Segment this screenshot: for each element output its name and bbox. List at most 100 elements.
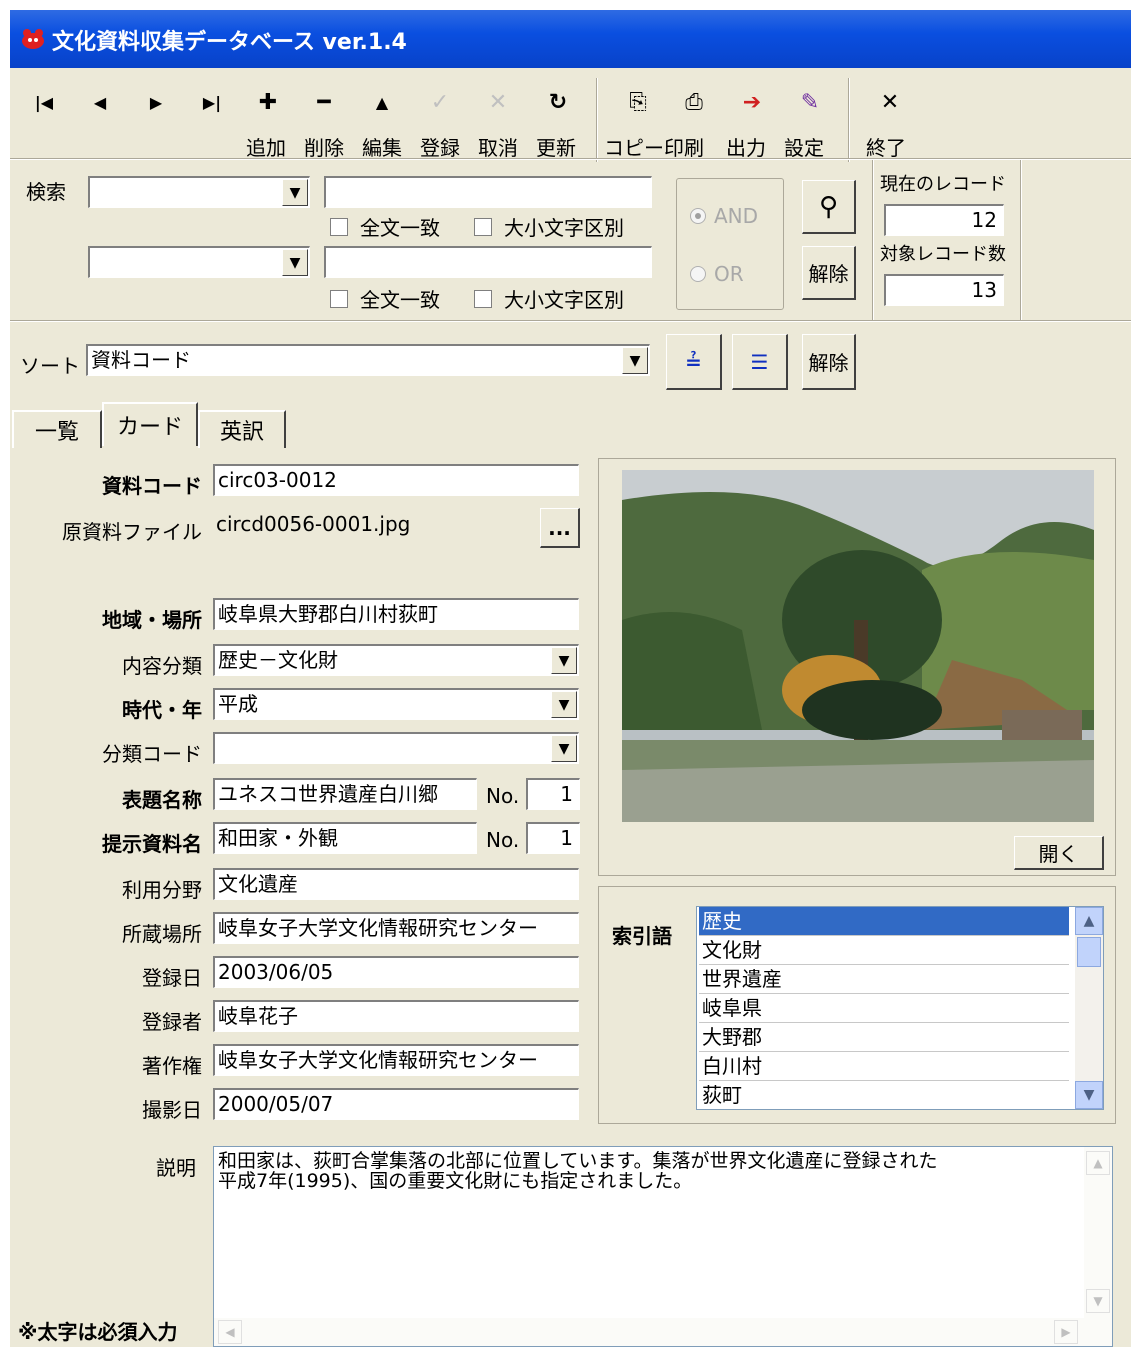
place-field[interactable]: 岐阜県大野郡白川村荻町 [213,598,579,630]
full-match-checkbox-2[interactable] [330,290,348,308]
tab-list[interactable]: 一覧 [12,410,102,448]
sort-ascending-button[interactable]: ≟ [666,334,722,390]
register-label[interactable]: 登録 [420,132,460,161]
list-item[interactable]: 文化財 [699,936,1069,965]
sort-clear-button[interactable]: 解除 [802,334,856,390]
description-textarea[interactable]: 和田家は、荻町合掌集落の北部に位置しています。集落が世界文化遺産に登録された 平… [213,1146,1113,1347]
prev-record-button[interactable]: ◀ [80,80,120,124]
last-icon: ▶| [202,92,222,112]
and-or-group [676,178,784,310]
print-button[interactable]: ⎙ [674,80,714,124]
tab-card[interactable]: カード [102,402,198,446]
search-input-2[interactable] [324,246,652,278]
scroll-up-button[interactable]: ▲ [1086,1151,1110,1175]
add-button[interactable]: ✚ [248,80,288,124]
search-field-select-2[interactable]: ▼ [88,246,310,278]
chevron-down-icon[interactable]: ▼ [622,347,648,374]
scroll-up-button[interactable]: ▲ [1075,907,1103,935]
storage-field[interactable]: 岐阜女子大学文化情報研究センター [213,912,579,944]
sort-descending-button[interactable]: ☰ [732,334,788,390]
list-item[interactable]: 岐阜県 [699,994,1069,1023]
divider [872,160,874,320]
settings-label[interactable]: 設定 [784,132,824,161]
list-item[interactable]: 世界遺産 [699,965,1069,994]
list-item[interactable]: 白川村 [699,1052,1069,1081]
open-image-button[interactable]: 開く [1014,836,1104,870]
item-no-field[interactable]: 1 [526,822,580,854]
output-label[interactable]: 出力 [726,132,766,161]
description-hscrollbar[interactable]: ◀ ▶ [214,1318,1112,1346]
chevron-down-icon[interactable]: ▼ [282,179,308,206]
scroll-thumb[interactable] [1077,937,1101,967]
tab-english[interactable]: 英訳 [198,410,286,448]
edit-button[interactable]: ▲ [362,80,402,124]
chevron-down-icon[interactable]: ▼ [282,249,308,276]
chevron-down-icon[interactable]: ▼ [551,691,577,718]
description-line-1: 和田家は、荻町合掌集落の北部に位置しています。集落が世界文化遺産に登録された [218,1150,938,1172]
list-item[interactable]: 大野郡 [699,1023,1069,1052]
copyright-field[interactable]: 岐阜女子大学文化情報研究センター [213,1044,579,1076]
chevron-down-icon[interactable]: ▼ [551,735,577,762]
output-button[interactable]: ➔ [732,80,772,124]
scroll-right-button[interactable]: ▶ [1054,1320,1078,1344]
copy-label[interactable]: コピー [604,132,664,161]
reg-date-label: 登録日 [142,966,202,990]
case-checkbox-1[interactable] [474,218,492,236]
cancel-label[interactable]: 取消 [478,132,518,161]
sort-descending-icon: ☰ [750,349,769,374]
last-record-button[interactable]: ▶| [192,80,232,124]
reg-date-field[interactable]: 2003/06/05 [213,956,579,988]
chevron-left-icon: ◀ [225,1325,235,1339]
description-scrollbar[interactable]: ▲ ▼ [1084,1147,1112,1319]
title-field[interactable]: ユネスコ世界遺産白川郷 [213,778,477,810]
copy-button[interactable]: ⎘ [618,80,658,124]
era-select[interactable]: 平成 ▼ [213,688,579,720]
required-note: ※太字は必須入力 [18,1320,178,1344]
settings-button[interactable]: ✎ [790,80,830,124]
current-record-value: 12 [884,204,1004,236]
photo-image [622,470,1094,822]
edit-label[interactable]: 編集 [362,132,402,161]
cancel-button[interactable]: ✕ [478,80,518,124]
register-button[interactable]: ✓ [420,80,460,124]
index-list[interactable]: 歴史 文化財 世界遺産 岐阜県 大野郡 白川村 荻町 ▲ ▼ [696,906,1104,1110]
delete-label[interactable]: 削除 [304,132,344,161]
shot-date-field[interactable]: 2000/05/07 [213,1088,579,1120]
sort-select[interactable]: 資料コード ▼ [86,344,650,376]
file-label: 原資料ファイル [62,520,202,544]
use-field[interactable]: 文化遺産 [213,868,579,900]
item-field[interactable]: 和田家・外観 [213,822,477,854]
first-record-button[interactable]: |◀ [24,80,64,124]
add-label[interactable]: 追加 [246,132,286,161]
list-item[interactable]: 歴史 [699,907,1069,936]
exit-label[interactable]: 終了 [866,132,906,161]
delete-button[interactable]: ━ [304,80,344,124]
scroll-left-button[interactable]: ◀ [218,1320,242,1344]
refresh-label[interactable]: 更新 [536,132,576,161]
chevron-down-icon[interactable]: ▼ [551,647,577,674]
full-match-checkbox-1[interactable] [330,218,348,236]
copy-icon: ⎘ [629,89,647,115]
search-clear-button[interactable]: 解除 [802,246,856,300]
title-no-field[interactable]: 1 [526,778,580,810]
content-select[interactable]: 歴史－文化財 ▼ [213,644,579,676]
and-radio[interactable] [690,208,706,224]
divider [10,320,1131,322]
scroll-down-button[interactable]: ▼ [1086,1289,1110,1313]
print-label[interactable]: 印刷 [664,132,704,161]
registrant-field[interactable]: 岐阜花子 [213,1000,579,1032]
refresh-button[interactable]: ↻ [538,80,578,124]
search-button[interactable]: ⚲ [802,180,856,234]
browse-button[interactable]: ... [540,508,580,548]
or-radio[interactable] [690,266,706,282]
search-input-1[interactable] [324,176,652,208]
search-field-select-1[interactable]: ▼ [88,176,310,208]
class-code-select[interactable]: ▼ [213,732,579,764]
list-item[interactable]: 荻町 [699,1081,1069,1109]
exit-button[interactable]: ✕ [870,80,910,124]
code-field[interactable]: circ03-0012 [213,464,579,496]
scroll-down-button[interactable]: ▼ [1075,1081,1103,1109]
description-text: 和田家は、荻町合掌集落の北部に位置しています。集落が世界文化遺産に登録された 平… [218,1151,1048,1191]
case-checkbox-2[interactable] [474,290,492,308]
next-record-button[interactable]: ▶ [136,80,176,124]
